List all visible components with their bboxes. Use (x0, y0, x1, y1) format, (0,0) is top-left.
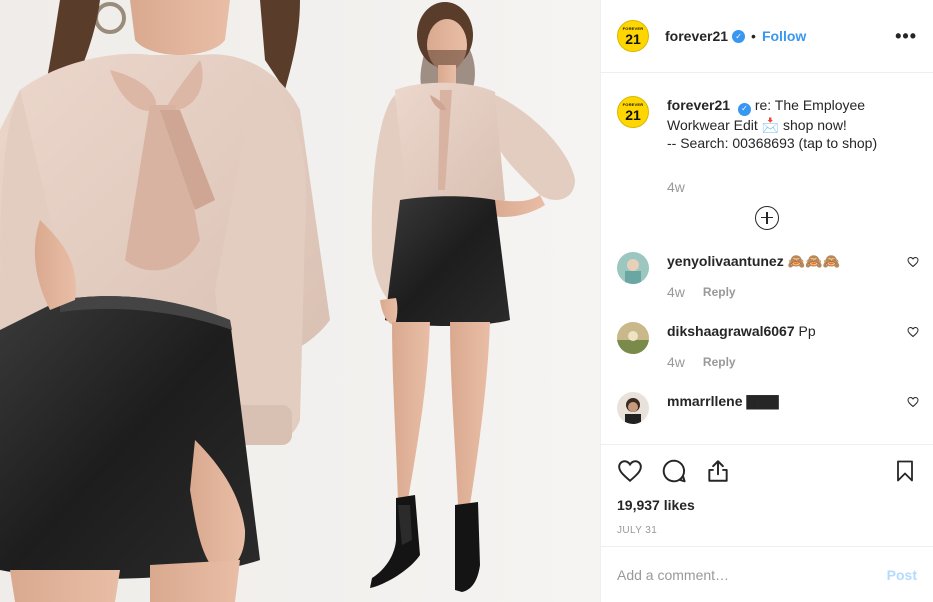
post-detail-panel: FOREVER 21 forever21 ✓ • Follow ••• FORE… (600, 0, 933, 602)
avatar-logo-big: 21 (625, 30, 641, 47)
heart-icon[interactable] (617, 458, 643, 484)
post-comment-button[interactable]: Post (887, 567, 917, 583)
comment-avatar[interactable] (617, 391, 649, 424)
comment-icon[interactable] (661, 458, 687, 484)
comment-username[interactable]: yenyolivaantunez (667, 253, 784, 269)
bookmark-icon[interactable] (893, 458, 917, 484)
add-comment-bar: Add a comment… Post (601, 546, 933, 602)
caption-username[interactable]: forever21 (667, 97, 730, 113)
post-caption: FOREVER 21 forever21 ✓ re: The Employee … (601, 74, 933, 196)
separator-dot: • (751, 28, 756, 44)
post-actions: 19,937 likes JULY 31 (601, 444, 933, 536)
comment-username[interactable]: dikshaagrawal6067 (667, 323, 795, 339)
caption-avatar-logo-small: FOREVER (622, 101, 644, 107)
caption-text-2: shop now! (783, 116, 847, 133)
reply-button[interactable]: Reply (703, 285, 736, 299)
load-more-comments[interactable] (601, 205, 933, 230)
outfit-photo-image (0, 0, 600, 602)
reply-button[interactable]: Reply (703, 355, 736, 369)
comments-list[interactable]: FOREVER 21 forever21 ✓ re: The Employee … (601, 74, 933, 444)
follow-button[interactable]: Follow (762, 28, 806, 44)
post-photo[interactable] (0, 0, 600, 602)
comment-text: 🙈🙈🙈 (787, 252, 840, 269)
caption-text-3: -- Search: 00368693 (tap to shop) (667, 134, 878, 151)
avatar-logo-small: FOREVER (622, 25, 644, 31)
add-comment-input[interactable]: Add a comment… (617, 567, 887, 583)
comment-item: mmarrllene ▇▇▇ (601, 391, 933, 424)
account-username[interactable]: forever21 (665, 28, 728, 44)
verified-icon: ✓ (737, 102, 751, 116)
comment-text: Pp (798, 322, 816, 339)
heart-icon[interactable] (907, 326, 919, 338)
caption-age: 4w (667, 178, 685, 195)
post-date: JULY 31 (617, 525, 658, 536)
post-header: FOREVER 21 forever21 ✓ • Follow ••• (601, 0, 933, 73)
comment-avatar[interactable] (617, 251, 649, 284)
heart-icon[interactable] (907, 256, 919, 268)
comment-avatar[interactable] (617, 321, 649, 354)
add-circle-icon[interactable] (755, 205, 779, 230)
share-icon[interactable] (705, 458, 731, 484)
comment-item: dikshaagrawal6067 Pp 4w Reply (601, 321, 933, 370)
caption-avatar[interactable]: FOREVER 21 (617, 96, 649, 128)
comment-text: ▇▇▇ (746, 392, 779, 409)
likes-count[interactable]: 19,937 likes (617, 497, 917, 513)
comment-age: 4w (667, 283, 685, 300)
account-avatar[interactable]: FOREVER 21 (617, 20, 649, 52)
comment-item: yenyolivaantunez 🙈🙈🙈 4w Reply (601, 251, 933, 300)
verified-icon: ✓ (732, 29, 746, 43)
caption-body: forever21 ✓ re: The Employee Workwear Ed… (667, 96, 912, 196)
comment-age: 4w (667, 353, 685, 370)
comment-username[interactable]: mmarrllene (667, 393, 742, 409)
envelope-icon: 📩 (761, 116, 780, 133)
caption-avatar-logo-big: 21 (625, 106, 641, 123)
more-icon[interactable]: ••• (895, 26, 917, 47)
heart-icon[interactable] (907, 396, 919, 408)
